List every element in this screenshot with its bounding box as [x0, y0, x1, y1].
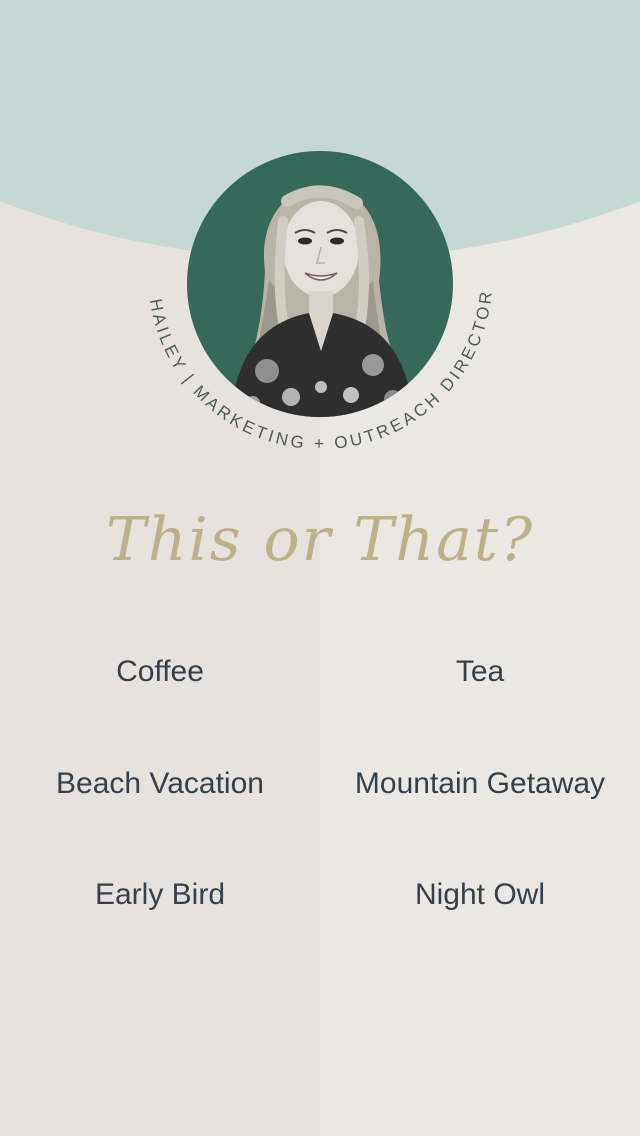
option-that-1: Tea	[455, 655, 505, 688]
option-this-1: Coffee	[116, 655, 204, 688]
option-that-3: Night Owl	[414, 878, 546, 911]
page-title: This or That?	[105, 505, 535, 575]
option-that-2: Mountain Getaway	[354, 767, 606, 800]
option-this-2: Beach Vacation	[56, 767, 264, 800]
option-this-3: Early Bird	[94, 878, 226, 911]
story-canvas: HAILEY | MARKETING + OUTREACH DIRECTOR T…	[0, 0, 640, 1136]
caption-text: HAILEY | MARKETING + OUTREACH DIRECTOR	[146, 288, 493, 454]
svg-text:HAILEY | MARKETING + OUTREACH: HAILEY | MARKETING + OUTREACH DIRECTOR	[146, 288, 496, 454]
name-role-caption: HAILEY | MARKETING + OUTREACH DIRECTOR	[146, 288, 496, 454]
